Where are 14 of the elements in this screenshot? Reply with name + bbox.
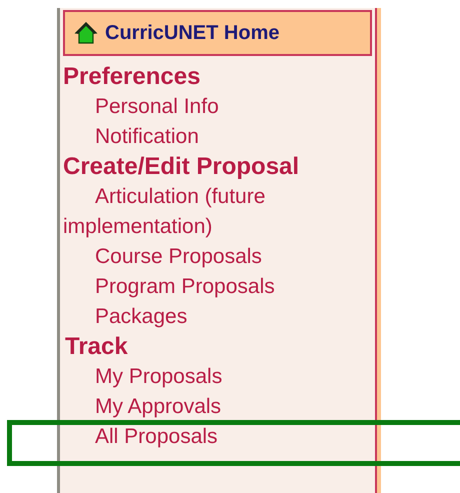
menu-link[interactable]: Program Proposals: [63, 272, 363, 302]
menu-link[interactable]: My Proposals: [63, 362, 363, 392]
section-heading: Preferences: [63, 62, 202, 92]
menu-link[interactable]: Articulation (future implementation): [63, 182, 363, 242]
menu-link[interactable]: My Approvals: [63, 392, 363, 422]
menu-link[interactable]: Personal Info: [63, 92, 363, 122]
home-link[interactable]: CurricUNET Home: [63, 10, 372, 56]
menu-link[interactable]: All Proposals: [63, 422, 363, 452]
menu-link[interactable]: Notification: [63, 122, 363, 152]
section-heading: Create/Edit Proposal: [63, 152, 300, 182]
menu-link[interactable]: Packages: [63, 302, 363, 332]
menu-link[interactable]: Course Proposals: [63, 242, 363, 272]
section-heading: Track: [64, 332, 129, 362]
house-icon: [73, 20, 99, 46]
